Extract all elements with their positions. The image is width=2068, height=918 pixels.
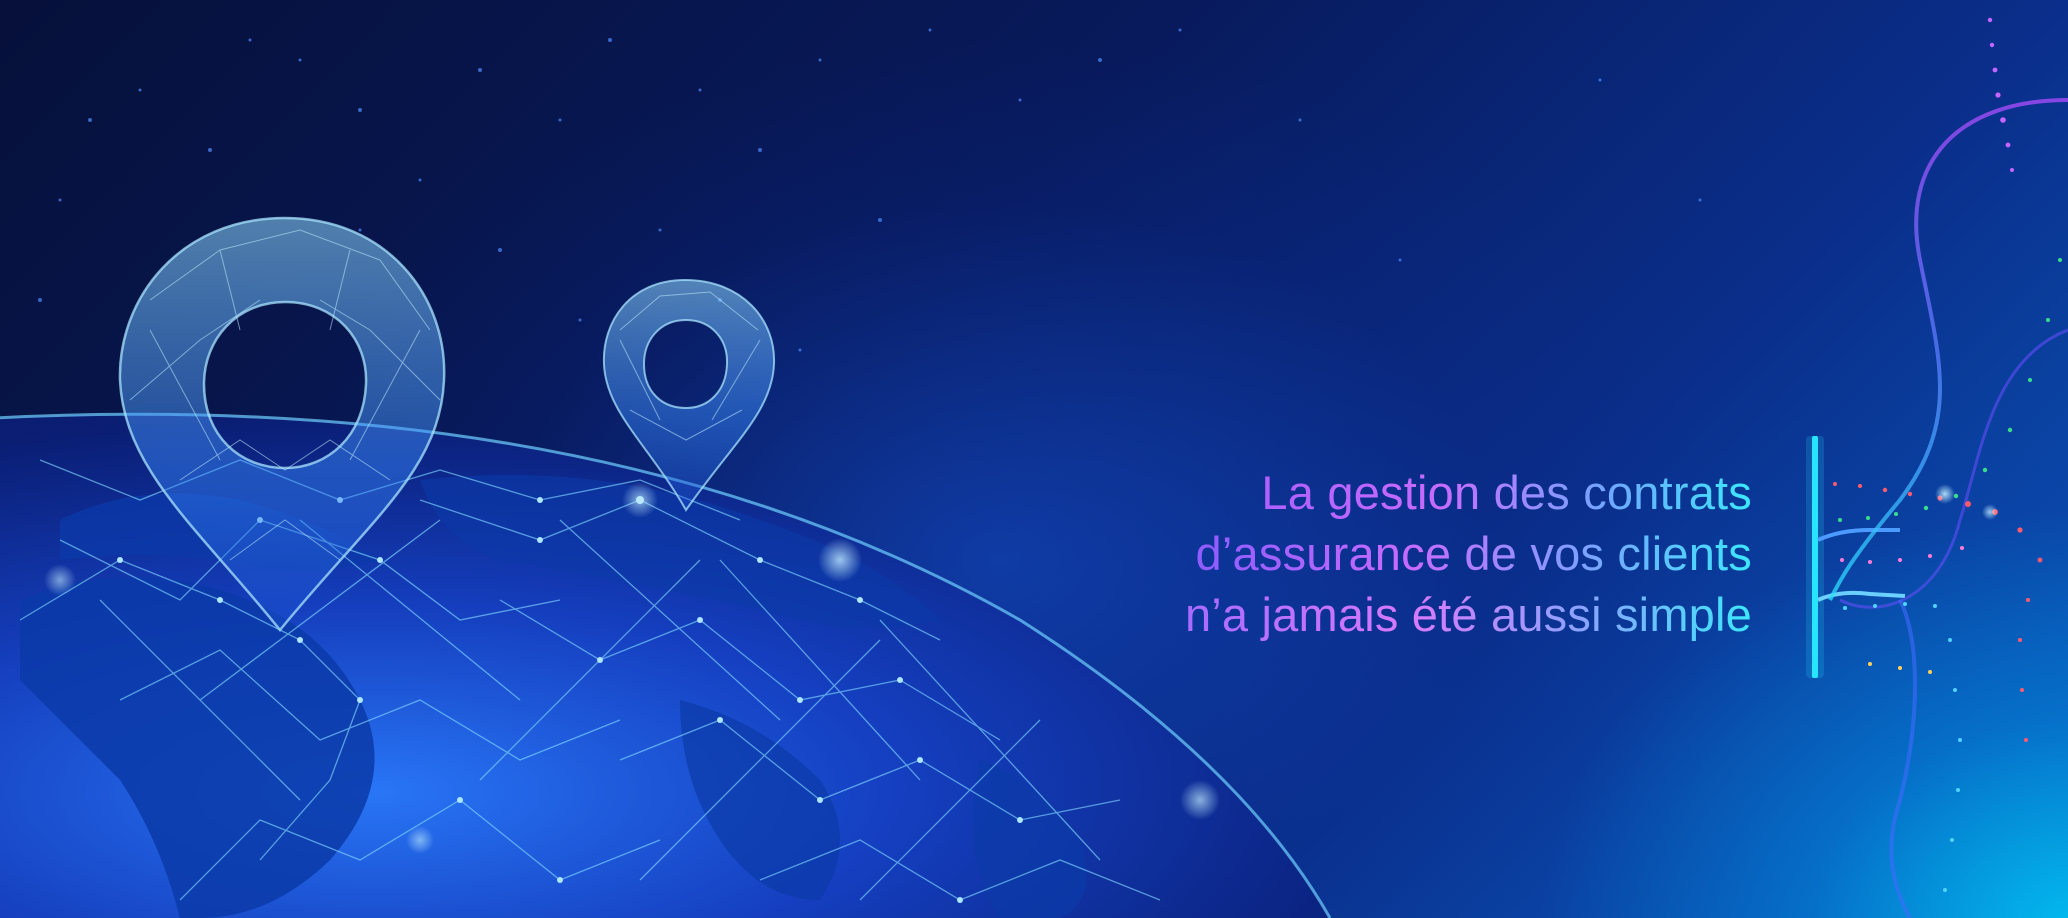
hero-illustration bbox=[0, 17, 2068, 918]
hero-tagline: La gestion des contrats d’assurance de v… bbox=[1185, 462, 1752, 645]
tagline-line-3: n’a jamais été aussi simple bbox=[1185, 584, 1752, 645]
hero-banner: La gestion des contrats d’assurance de v… bbox=[0, 0, 2068, 918]
flow-lines bbox=[1828, 98, 2068, 918]
tagline-line-2: d’assurance de vos clients bbox=[1185, 523, 1752, 584]
tagline-line-1: La gestion des contrats bbox=[1185, 462, 1752, 523]
dot-streams bbox=[1833, 17, 2062, 892]
